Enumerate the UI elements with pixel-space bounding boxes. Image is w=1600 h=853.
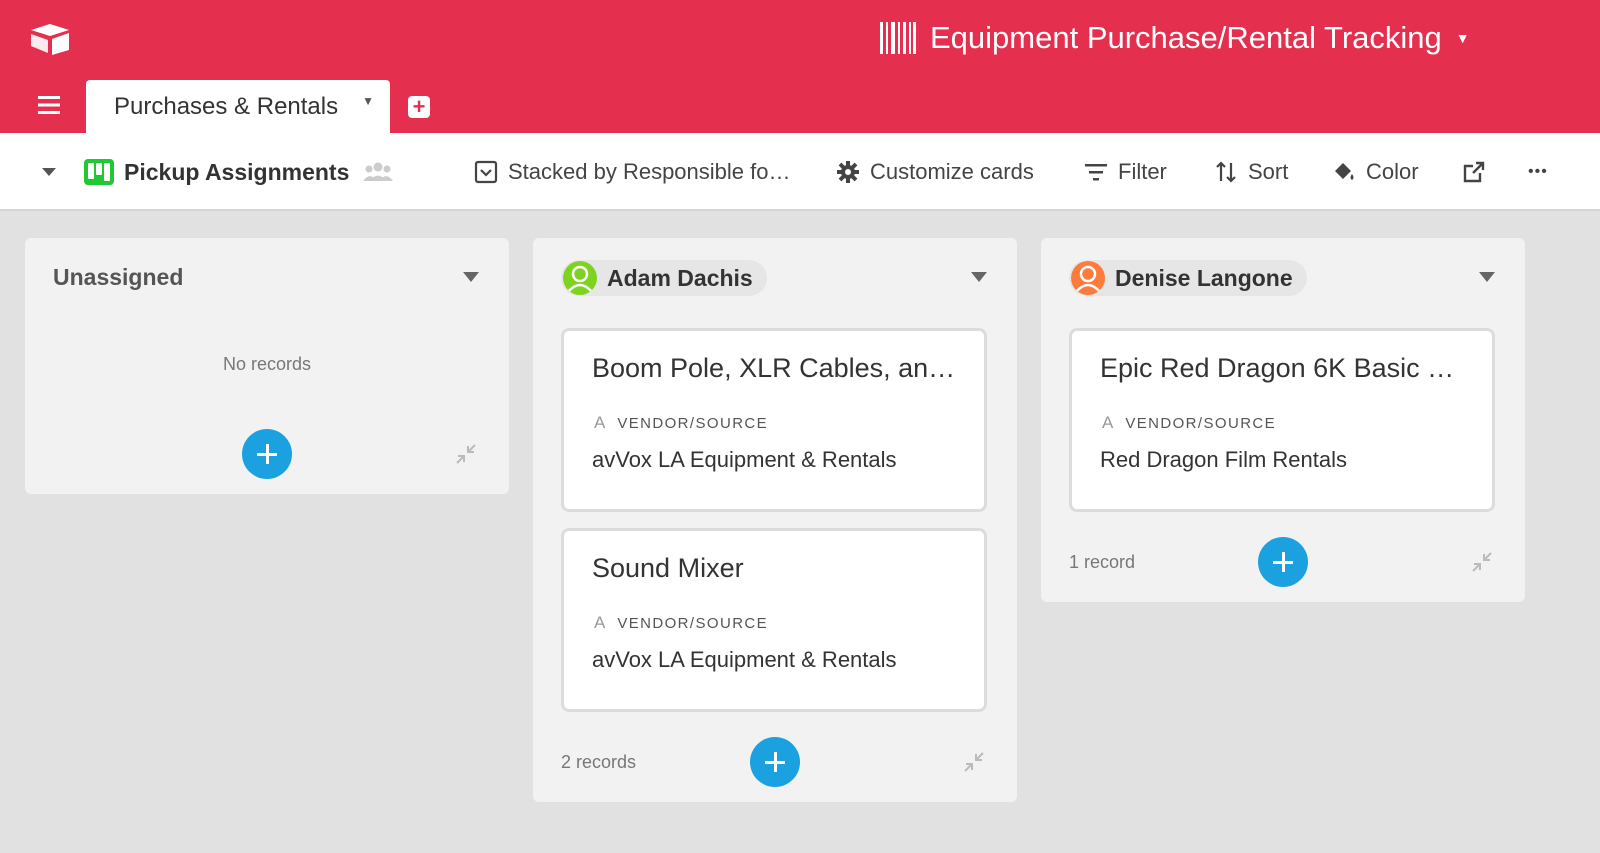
text-field-icon: A <box>594 613 606 632</box>
empty-stack-text: No records <box>222 354 312 374</box>
field-value: Red Dragon Film Rentals <box>1100 447 1347 472</box>
more-icon: ••• <box>1528 163 1548 180</box>
stack-title: Adam Dachis <box>607 264 753 291</box>
field-label-text: VENDOR/SOURCE <box>617 614 769 632</box>
sort-button[interactable]: Sort <box>1214 133 1288 211</box>
caret-down-icon <box>42 168 56 176</box>
barcode-icon <box>880 22 916 54</box>
card-title: Epic Red Dragon 6K Basic … <box>1100 353 1455 383</box>
record-card[interactable]: Sound Mixer A VENDOR/SOURCE avVox LA Equ… <box>561 528 987 712</box>
text-field-icon: A <box>1102 413 1114 432</box>
base-title-button[interactable]: Equipment Purchase/Rental Tracking ▼ <box>880 16 1470 60</box>
field-label-text: VENDOR/SOURCE <box>1125 414 1277 432</box>
stack-field-icon <box>474 160 498 184</box>
field-value: avVox LA Equipment & Rentals <box>592 647 897 672</box>
record-count: 1 record <box>1069 552 1136 572</box>
stack-adam-dachis: Adam Dachis Boom Pole, XLR Cables, an… A… <box>533 238 1017 802</box>
stack-header: Adam Dachis <box>533 238 1017 318</box>
base-title: Equipment Purchase/Rental Tracking <box>930 20 1442 55</box>
add-record-button[interactable] <box>1258 537 1308 587</box>
tab-label: Purchases & Rentals <box>114 92 339 120</box>
card-title: Sound Mixer <box>592 553 744 583</box>
field-label: A VENDOR/SOURCE <box>1102 413 1276 433</box>
stack-denise-langone: Denise Langone Epic Red Dragon 6K Basic … <box>1041 238 1525 602</box>
share-view-button[interactable] <box>1462 133 1496 211</box>
avatar-icon <box>563 261 597 295</box>
stack-header: Denise Langone <box>1041 238 1525 318</box>
color-button[interactable]: Color <box>1332 133 1419 211</box>
collapse-icon[interactable] <box>1470 550 1494 574</box>
customize-cards-label: Customize cards <box>870 159 1034 184</box>
record-card[interactable]: Boom Pole, XLR Cables, an… A VENDOR/SOUR… <box>561 328 987 512</box>
gear-icon <box>837 161 859 183</box>
chevron-down-icon[interactable]: ▼ <box>362 94 374 108</box>
color-label: Color <box>1366 159 1419 184</box>
external-link-icon <box>1463 161 1485 183</box>
view-toolbar: Pickup Assignments Stacked by Responsibl… <box>0 133 1600 211</box>
chevron-down-icon: ▼ <box>1455 30 1470 46</box>
kanban-icon <box>84 159 114 185</box>
field-label-text: VENDOR/SOURCE <box>617 414 769 432</box>
field-label: A VENDOR/SOURCE <box>594 613 768 633</box>
paint-bucket-icon <box>1335 163 1354 180</box>
sort-icon <box>1216 161 1236 183</box>
tab-purchases-rentals[interactable]: Purchases & Rentals ▼ <box>86 80 390 133</box>
stack-title: Unassigned <box>53 264 184 290</box>
filter-label: Filter <box>1118 159 1167 184</box>
record-card[interactable]: Epic Red Dragon 6K Basic … A VENDOR/SOUR… <box>1069 328 1495 512</box>
stack-user-pill: Adam Dachis <box>561 260 767 296</box>
customize-cards-button[interactable]: Customize cards <box>836 133 1034 211</box>
field-label: A VENDOR/SOURCE <box>594 413 768 433</box>
add-table-button[interactable]: + <box>408 96 430 118</box>
view-switcher-toggle[interactable] <box>40 133 68 211</box>
text-field-icon: A <box>594 413 606 432</box>
app-header: Equipment Purchase/Rental Tracking ▼ Pur… <box>0 0 1600 133</box>
view-name-button[interactable]: Pickup Assignments <box>84 133 403 211</box>
collapse-icon[interactable] <box>454 442 478 466</box>
filter-button[interactable]: Filter <box>1084 133 1167 211</box>
record-count: 2 records <box>561 752 637 772</box>
chevron-down-icon[interactable] <box>463 272 479 282</box>
stack-user-pill: Denise Langone <box>1069 260 1307 296</box>
sort-label: Sort <box>1248 159 1289 184</box>
stack-title: Denise Langone <box>1115 264 1293 291</box>
card-title: Boom Pole, XLR Cables, an… <box>592 353 956 383</box>
stacked-by-label: Stacked by Responsible fo… <box>508 159 791 184</box>
avatar-icon <box>1071 261 1105 295</box>
add-record-button[interactable] <box>750 737 800 787</box>
stacked-by-button[interactable]: Stacked by Responsible fo… <box>474 133 791 211</box>
view-name: Pickup Assignments <box>124 158 350 185</box>
add-record-button[interactable] <box>242 429 292 479</box>
collaborators-icon <box>363 162 394 181</box>
filter-icon <box>1085 164 1107 181</box>
stack-unassigned: Unassigned No records <box>25 238 509 494</box>
chevron-down-icon[interactable] <box>971 272 987 282</box>
stack-header: Unassigned <box>25 238 509 318</box>
more-options-button[interactable]: ••• <box>1528 133 1548 211</box>
app-logo-icon[interactable] <box>28 22 72 56</box>
hamburger-menu-icon[interactable] <box>36 95 62 115</box>
collapse-icon[interactable] <box>962 750 986 774</box>
chevron-down-icon[interactable] <box>1479 272 1495 282</box>
field-value: avVox LA Equipment & Rentals <box>592 447 897 472</box>
